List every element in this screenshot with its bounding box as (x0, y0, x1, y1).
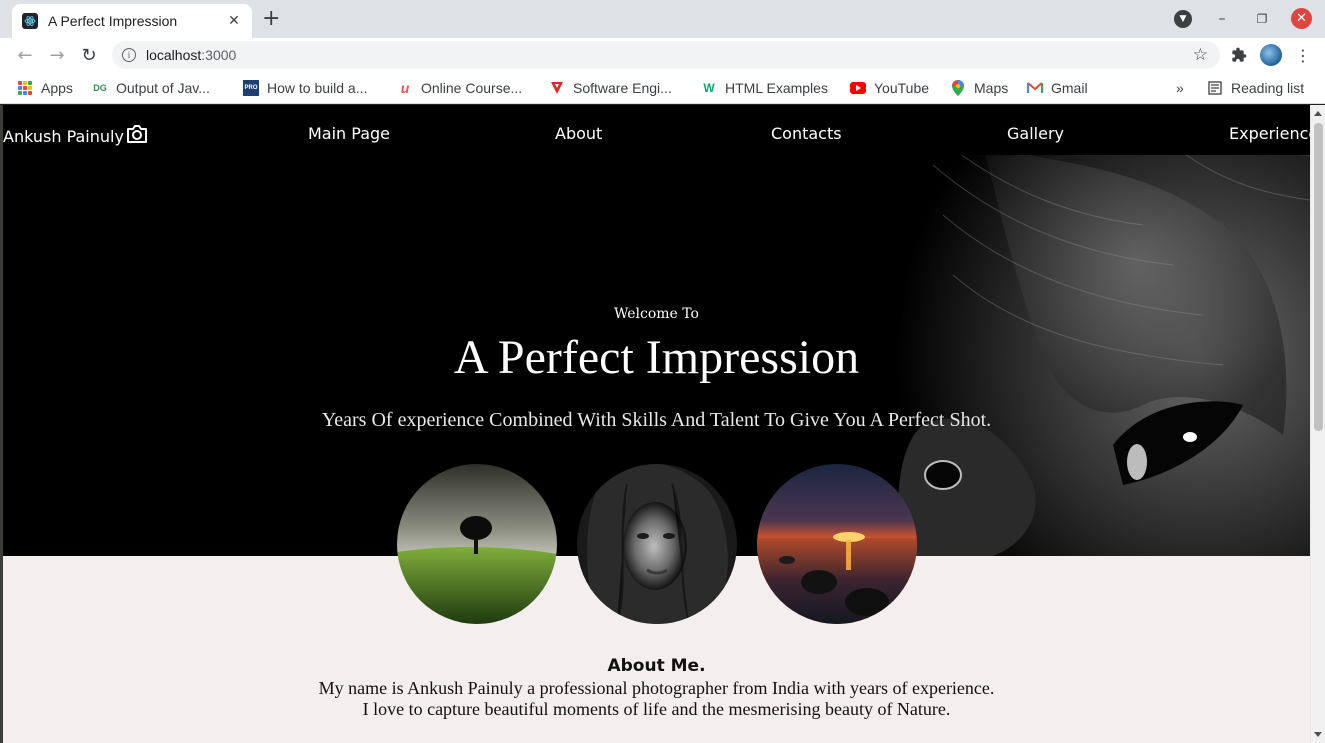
bookmarks-bar: Apps DG Output of Jav... PRO How to buil… (0, 72, 1325, 104)
bookmark-output-of-java[interactable]: DG Output of Jav... (92, 78, 210, 98)
reading-list-button[interactable]: Reading list (1207, 78, 1304, 98)
tab-close-icon[interactable]: ✕ (226, 13, 242, 29)
restore-window-button[interactable]: ❐ (1253, 8, 1271, 30)
scrollbar-thumb[interactable] (1314, 123, 1323, 431)
profile-avatar[interactable] (1260, 44, 1282, 66)
hero-welcome: Welcome To (614, 306, 699, 322)
url-host: localhost (146, 47, 202, 63)
triangle-icon (549, 80, 565, 96)
hero-title: A Perfect Impression (453, 331, 860, 384)
bookmark-gmail[interactable]: Gmail (1027, 78, 1088, 98)
hero-tagline: Years Of experience Combined With Skills… (321, 409, 992, 431)
bookmarks-overflow-button[interactable]: » (1176, 78, 1184, 98)
youtube-icon (850, 80, 866, 96)
page-viewport: Ankush Painuly Main Page About Contacts … (0, 105, 1325, 743)
bookmark-label: Output of Jav... (116, 80, 210, 96)
bookmark-label: Online Course... (421, 80, 523, 96)
minimize-window-button[interactable]: – (1213, 8, 1231, 30)
back-arrow-icon[interactable]: ← (13, 43, 37, 67)
tab-title: A Perfect Impression (48, 13, 178, 29)
dg-icon: DG (93, 83, 107, 93)
url-port: :3000 (201, 47, 237, 63)
reload-icon[interactable]: ↻ (77, 43, 101, 67)
bookmark-star-icon[interactable]: ☆ (1193, 45, 1208, 65)
brand-link[interactable]: Ankush Painuly (3, 124, 148, 148)
react-favicon-icon (22, 13, 38, 29)
about-heading: About Me. (607, 656, 706, 676)
bookmark-how-to-build[interactable]: PRO How to build a... (243, 78, 367, 98)
bookmark-label: How to build a... (267, 80, 368, 96)
close-window-button[interactable]: ✕ (1291, 8, 1312, 29)
about-line-2: I love to capture beautiful moments of l… (362, 699, 951, 719)
bookmark-label: Maps (974, 80, 1009, 96)
new-tab-button[interactable]: + (262, 8, 280, 30)
reading-list-label: Reading list (1231, 80, 1305, 96)
scroll-down-arrow-icon[interactable] (1314, 732, 1322, 737)
browser-menu-icon[interactable]: ⋮ (1292, 44, 1314, 66)
woman-portrait-photo (577, 464, 737, 624)
browser-toolbar: ← → ↻ i localhost:3000 ☆ ⋮ (0, 38, 1325, 72)
bookmark-label: YouTube (874, 80, 930, 96)
bookmark-apps[interactable]: Apps (17, 78, 73, 98)
about-line-1: My name is Ankush Painuly a professional… (318, 678, 995, 698)
camera-icon (126, 124, 148, 148)
site-info-icon[interactable]: i (122, 48, 136, 62)
overflow-chevron-icon: » (1176, 80, 1184, 96)
browser-tab-active[interactable]: A Perfect Impression ✕ (12, 4, 252, 38)
address-url: localhost:3000 (146, 47, 236, 63)
nav-gallery[interactable]: Gallery (1007, 124, 1064, 143)
bookmark-label: Gmail (1051, 80, 1088, 96)
maps-pin-icon (950, 80, 966, 96)
nav-main-page[interactable]: Main Page (308, 124, 390, 143)
scroll-up-arrow-icon[interactable] (1314, 111, 1322, 116)
brand-name: Ankush Painuly (3, 126, 124, 146)
forward-arrow-icon[interactable]: → (45, 43, 69, 67)
sunset-sea-photo (757, 464, 917, 624)
udemy-icon: u (400, 80, 410, 96)
site-navbar: Ankush Painuly Main Page About Contacts … (3, 105, 1318, 155)
bookmark-maps[interactable]: Maps (950, 78, 1008, 98)
page-scrollbar[interactable] (1310, 105, 1325, 743)
bookmark-label: Apps (41, 80, 73, 96)
nav-contacts[interactable]: Contacts (771, 124, 842, 143)
nav-about[interactable]: About (555, 124, 602, 143)
reading-list-icon (1207, 80, 1223, 96)
bookmark-label: HTML Examples (725, 80, 828, 96)
bookmark-label: Software Engi... (573, 80, 672, 96)
bookmark-html-examples[interactable]: W HTML Examples (701, 78, 828, 98)
tab-search-icon[interactable]: ▼ (1174, 10, 1192, 28)
bookmark-online-courses[interactable]: u Online Course... (397, 78, 522, 98)
extensions-puzzle-icon[interactable] (1228, 44, 1250, 66)
apps-grid-icon (17, 80, 33, 96)
w3-icon: W (703, 81, 715, 95)
tree-landscape-photo (397, 464, 557, 624)
address-bar[interactable]: i localhost:3000 ☆ (112, 41, 1220, 69)
bookmark-software-engineering[interactable]: Software Engi... (549, 78, 672, 98)
bookmark-youtube[interactable]: YouTube (850, 78, 929, 98)
gmail-icon (1027, 80, 1043, 96)
nav-experience[interactable]: Experience (1229, 124, 1318, 143)
pro-icon: PRO (243, 80, 259, 96)
tab-strip: A Perfect Impression ✕ + ▼ – ❐ ✕ (0, 0, 1325, 38)
